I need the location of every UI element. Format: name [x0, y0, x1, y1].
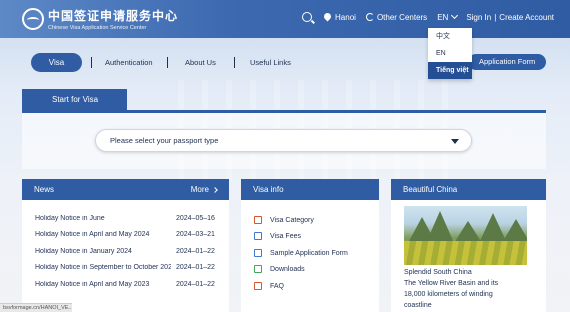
caret-down-icon	[451, 139, 459, 144]
news-title: News	[34, 185, 55, 194]
visa-info-item[interactable]: Sample Application Form	[254, 248, 348, 258]
news-more-label: More	[190, 185, 209, 194]
create-account-link[interactable]: Create Account	[499, 13, 554, 22]
visa-tab-strip: Start for Visa	[22, 89, 546, 113]
mountain-shape	[502, 219, 527, 243]
visa-info-label: Sample Application Form	[270, 249, 348, 257]
visa-info-label: Visa Category	[270, 216, 314, 224]
chevron-right-icon	[212, 187, 218, 193]
mountain-shape	[426, 211, 454, 243]
fee-icon	[254, 232, 262, 240]
chevron-down-icon	[451, 11, 459, 20]
news-item-date: 2024–03–21	[176, 231, 215, 238]
language-dropdown: 中文 EN Tiếng việt	[428, 28, 472, 79]
visa-info-item[interactable]: Downloads	[254, 264, 305, 274]
landscape-image[interactable]	[404, 206, 527, 265]
visa-info-card: Visa info Visa Category Visa Fees Sample…	[241, 179, 379, 312]
news-card: News More Holiday Notice in June 2024–05…	[22, 179, 229, 312]
news-item[interactable]: Holiday Notice in September to October 2…	[35, 264, 225, 274]
rice-field	[404, 241, 527, 265]
news-more-link[interactable]: More	[190, 179, 218, 200]
location-pin-icon	[324, 13, 331, 22]
visa-info-item[interactable]: Visa Fees	[254, 231, 301, 241]
news-item[interactable]: Holiday Notice in April and May 2024 202…	[35, 231, 225, 241]
mountain-shape	[454, 221, 482, 243]
language-current: EN	[437, 12, 449, 22]
logo-english-name: Chinese Visa Application Service Center	[48, 25, 147, 31]
other-centers-link[interactable]: Other Centers	[377, 13, 427, 22]
logo-chinese-name: 中国签证申请服务中心	[48, 9, 179, 23]
switch-center-icon	[365, 13, 374, 21]
faq-icon	[254, 282, 262, 290]
visa-info-item[interactable]: FAQ	[254, 281, 284, 291]
language-switcher[interactable]: EN	[437, 11, 459, 22]
application-form-label: Application Form	[479, 57, 536, 66]
visa-info-item[interactable]: Visa Category	[254, 215, 314, 225]
visa-info-label: Visa Fees	[270, 232, 301, 240]
language-option-chinese[interactable]: 中文	[428, 28, 472, 45]
visa-info-title: Visa info	[253, 185, 284, 194]
news-item-date: 2024–05–16	[176, 215, 215, 222]
nav-item-about-us[interactable]: About Us	[185, 53, 216, 72]
current-city[interactable]: Hanoi	[335, 13, 356, 22]
main-nav: Visa Authentication About Us Useful Link…	[0, 53, 570, 73]
document-icon	[254, 216, 262, 224]
nav-divider	[234, 57, 235, 68]
visa-info-header: Visa info	[241, 179, 379, 200]
application-form-button[interactable]: Application Form	[468, 54, 546, 70]
news-item[interactable]: Holiday Notice in April and May 2023 202…	[35, 281, 225, 291]
news-item-title: Holiday Notice in January 2024	[35, 248, 132, 255]
passport-type-select[interactable]: Please select your passport type	[95, 129, 472, 152]
beautiful-china-title: Beautiful China	[403, 185, 458, 194]
nav-divider	[91, 57, 92, 68]
language-option-vietnamese[interactable]: Tiếng việt	[428, 62, 472, 79]
browser-status-bar: bsvformage.cn/HANOI_VE...	[0, 303, 72, 312]
header-bar: 中国签证申请服务中心 Chinese Visa Application Serv…	[0, 0, 570, 38]
news-item-date: 2024–01–22	[176, 264, 215, 271]
download-icon	[254, 265, 262, 273]
header-actions: Hanoi Other Centers EN Sign In | Create …	[302, 11, 554, 22]
form-icon	[254, 249, 262, 257]
news-item[interactable]: Holiday Notice in June 2024–05–16	[35, 215, 225, 225]
news-item-date: 2024–01–22	[176, 248, 215, 255]
news-item-title: Holiday Notice in September to October 2…	[35, 264, 171, 271]
news-item-date: 2024–01–22	[176, 281, 215, 288]
beautiful-china-card: Beautiful China Splendid South China The…	[391, 179, 546, 312]
logo-emblem-icon	[22, 8, 44, 30]
nav-divider	[167, 57, 168, 68]
news-card-header: News More	[22, 179, 229, 200]
china-caption-title: Splendid South China	[404, 269, 472, 276]
beautiful-china-header: Beautiful China	[391, 179, 546, 200]
news-item-title: Holiday Notice in April and May 2023	[35, 281, 150, 288]
visa-info-label: FAQ	[270, 282, 285, 290]
language-option-english[interactable]: EN	[428, 45, 472, 62]
tab-start-for-visa[interactable]: Start for Visa	[22, 89, 127, 111]
passport-select-placeholder: Please select your passport type	[110, 136, 219, 145]
nav-item-authentication[interactable]: Authentication	[105, 53, 153, 72]
news-item[interactable]: Holiday Notice in January 2024 2024–01–2…	[35, 248, 225, 258]
china-caption-line: coastline	[404, 302, 432, 309]
news-item-title: Holiday Notice in June	[35, 215, 105, 222]
header-separator: |	[494, 12, 497, 22]
passport-select-panel: Please select your passport type	[22, 113, 546, 169]
nav-item-useful-links[interactable]: Useful Links	[250, 53, 291, 72]
site-logo[interactable]: 中国签证申请服务中心 Chinese Visa Application Serv…	[22, 7, 178, 31]
china-caption-line: The Yellow River Basin and its	[404, 280, 499, 287]
search-icon[interactable]	[302, 12, 313, 22]
news-item-title: Holiday Notice in April and May 2024	[35, 231, 150, 238]
visa-info-label: Downloads	[270, 265, 305, 273]
china-caption-line: 18,000 kilometers of winding	[404, 291, 493, 298]
sign-in-link[interactable]: Sign In	[466, 13, 491, 22]
nav-item-visa[interactable]: Visa	[31, 53, 82, 72]
